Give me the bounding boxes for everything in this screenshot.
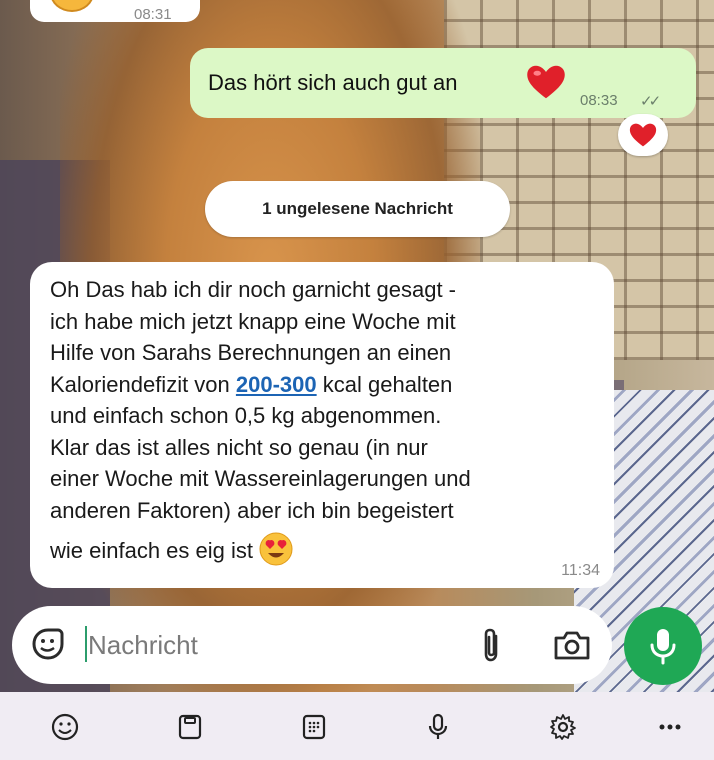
heart-emoji-icon [629, 123, 657, 147]
more-icon [659, 724, 681, 730]
heart-emoji-icon [527, 65, 565, 99]
message-line: ich habe mich jetzt knapp eine Woche mit [50, 308, 456, 334]
settings-icon [550, 714, 576, 740]
message-composer[interactable]: Nachricht [12, 606, 612, 684]
message-time: 08:33 [580, 92, 618, 109]
message-line: und einfach schon 0,5 kg abgenommen. [50, 403, 442, 428]
message-line: einer Woche mit Wassereinlagerungen und [50, 466, 471, 491]
voice-message-button[interactable] [624, 607, 702, 685]
keypad-icon [302, 714, 326, 740]
keypad-button[interactable] [289, 702, 339, 752]
keyboard-toolbar [0, 692, 714, 760]
message-text: wie einfach es eig ist [50, 538, 260, 563]
attach-icon[interactable] [478, 626, 504, 664]
emoji-icon [51, 713, 79, 741]
mic-icon [650, 629, 676, 665]
message-time: 11:34 [561, 562, 600, 579]
message-text: Kaloriendefizit von [50, 371, 236, 397]
unread-banner-text: 1 ungelesene Nachricht [262, 199, 453, 218]
keyboard-settings-button[interactable] [538, 702, 588, 752]
phone-number-link[interactable]: 200-300 [236, 372, 317, 397]
voice-input-button[interactable] [413, 702, 463, 752]
message-line: Kaloriendefizit von 200-300 kcal gehalte… [50, 369, 592, 401]
heart-eyes-emoji-icon [259, 532, 293, 566]
message-text: kcal gehalten [316, 371, 453, 397]
message-input-placeholder[interactable]: Nachricht [88, 630, 198, 661]
message-line: wie einfach es eig ist [50, 532, 592, 567]
sticker-icon[interactable] [30, 626, 66, 662]
reaction-badge[interactable] [618, 114, 668, 156]
more-options-button[interactable] [645, 702, 695, 752]
clipboard-button[interactable] [165, 702, 215, 752]
read-receipt-icon: ✓✓ [640, 93, 661, 110]
incoming-message-bubble[interactable]: Oh Das hab ich dir noch garnicht gesagt … [30, 262, 614, 588]
text-caret [85, 626, 87, 662]
message-line: Hilfe von Sarahs Berechnungen an einen [50, 340, 452, 365]
message-line: Klar das ist alles nicht so genau (in nu… [50, 434, 428, 460]
message-line: Oh Das hab ich dir noch garnicht gesagt … [50, 277, 457, 302]
message-line: anderen Faktoren) aber ich bin begeister… [50, 497, 454, 523]
unread-messages-banner: 1 ungelesene Nachricht [205, 181, 510, 237]
message-text: Das hört sich auch gut an [208, 70, 458, 95]
clipboard-icon [178, 714, 202, 740]
chat-screen: 08:31 Das hört sich auch gut an 08:33 ✓✓… [0, 0, 714, 760]
camera-icon[interactable] [552, 628, 592, 662]
voice-input-icon [428, 713, 448, 739]
message-time: 08:31 [134, 6, 172, 23]
emoji-keyboard-button[interactable] [40, 702, 90, 752]
